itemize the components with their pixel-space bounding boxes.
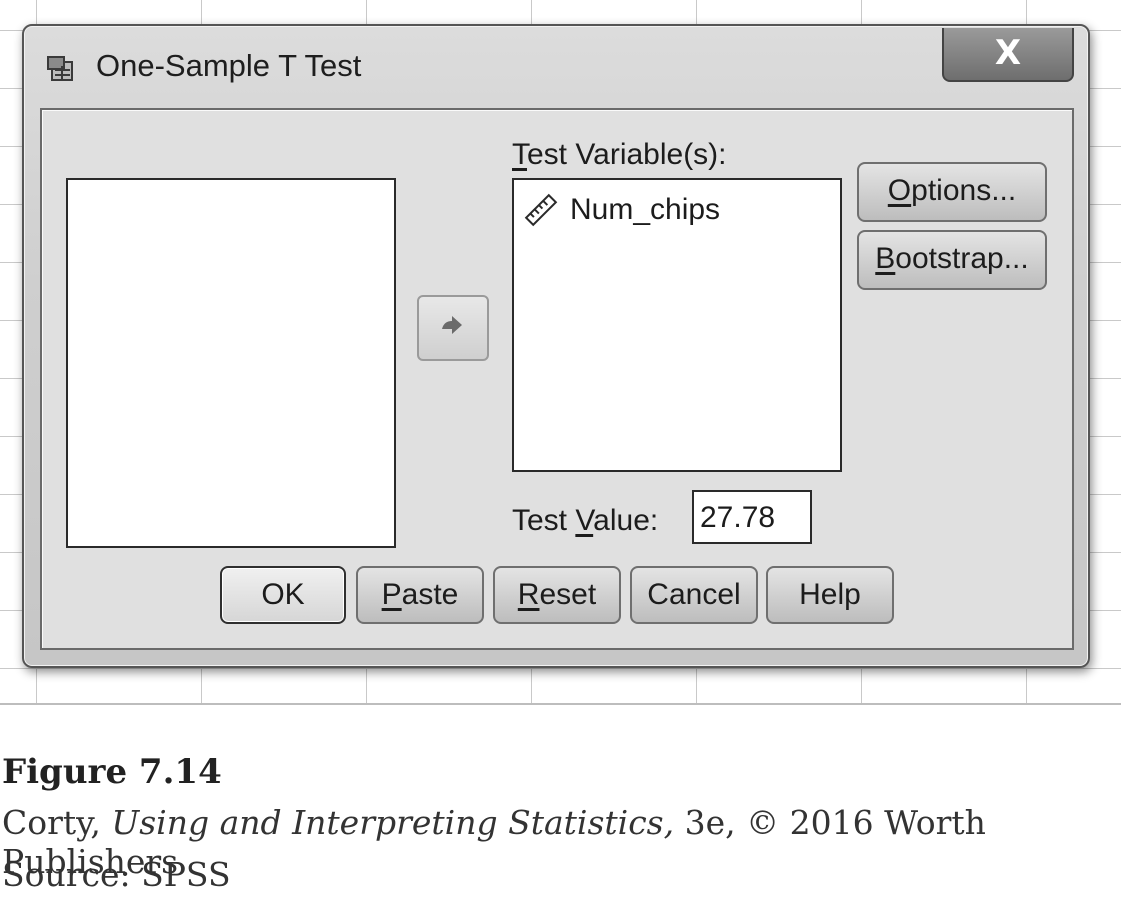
one-sample-t-test-dialog: One-Sample T Test X Test Variable(s): Nu… <box>22 24 1090 668</box>
citation-author: Corty, <box>2 803 101 842</box>
test-variables-list[interactable]: Num_chips <box>512 178 842 472</box>
variable-name: Num_chips <box>570 193 721 226</box>
test-value-input[interactable]: 27.78 <box>692 490 812 544</box>
dialog-app-icon <box>47 56 73 81</box>
dialog-content-panel: Test Variable(s): Num_chips Options... B… <box>40 108 1074 650</box>
help-button[interactable]: Help <box>766 566 894 624</box>
cancel-button[interactable]: Cancel <box>630 566 758 624</box>
scale-ruler-icon <box>524 193 558 227</box>
figure-source: Source: SPSS <box>2 855 231 894</box>
close-button[interactable]: X <box>942 28 1074 82</box>
arrow-right-icon <box>442 316 462 334</box>
list-item[interactable]: Num_chips <box>524 190 720 230</box>
test-value-label: Test Value: <box>512 504 659 537</box>
paste-button[interactable]: Paste <box>356 566 484 624</box>
ok-button[interactable]: OK <box>220 566 346 624</box>
bootstrap-button[interactable]: Bootstrap... <box>857 230 1047 290</box>
figure-number: Figure 7.14 <box>2 752 222 792</box>
source-variable-list[interactable] <box>66 178 396 548</box>
reset-button[interactable]: Reset <box>493 566 621 624</box>
move-variable-button[interactable] <box>417 295 489 361</box>
citation-book-title: Using and Interpreting Statistics, <box>111 803 675 842</box>
dialog-title: One-Sample T Test <box>96 48 362 83</box>
options-button[interactable]: Options... <box>857 162 1047 222</box>
test-variables-label: Test Variable(s): <box>512 138 727 171</box>
